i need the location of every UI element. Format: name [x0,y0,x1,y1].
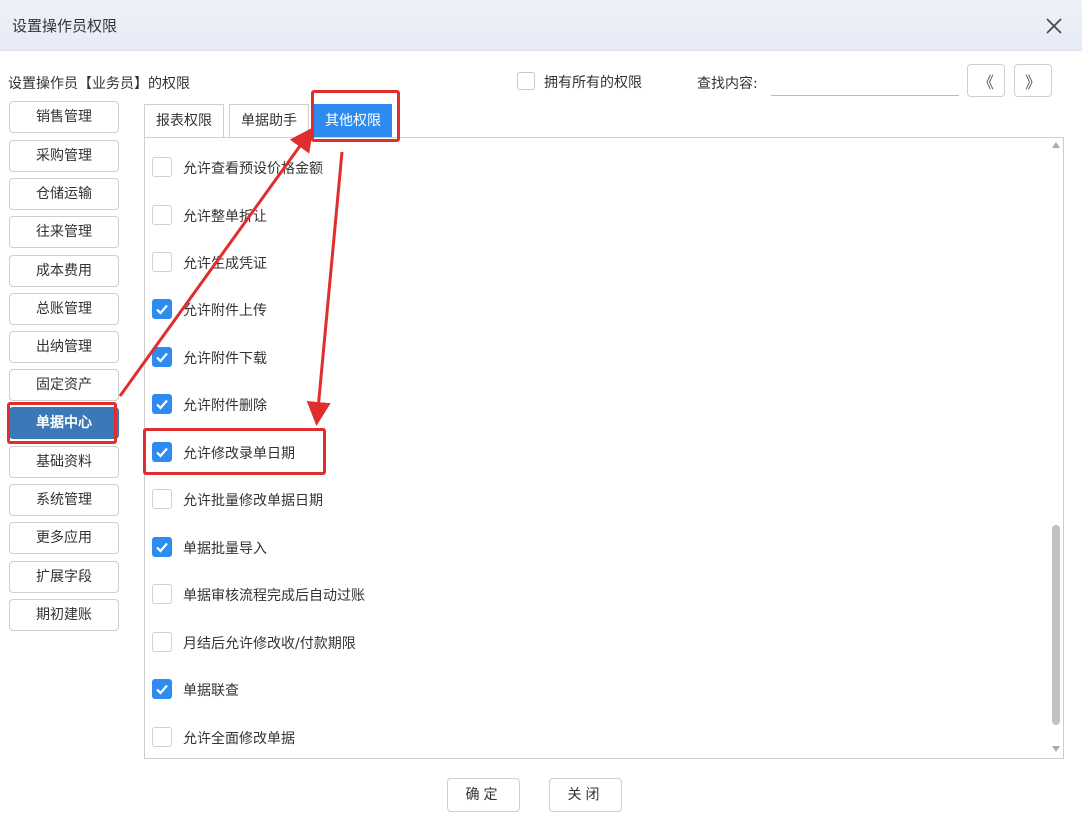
permission-checkbox[interactable] [152,394,172,414]
sidebar-item-system[interactable]: 系统管理 [9,484,119,516]
title-bar: 设置操作员权限 [0,0,1082,51]
permission-label: 月结后允许修改收/付款期限 [183,636,356,652]
scroll-up-icon[interactable] [1052,142,1060,148]
sidebar-item-cashier[interactable]: 出纳管理 [9,331,119,363]
all-permissions-label: 拥有所有的权限 [544,75,642,91]
permission-checkbox[interactable] [152,489,172,509]
scrollbar-thumb[interactable] [1052,525,1060,725]
permission-label: 允许生成凭证 [183,256,267,272]
permission-label: 允许查看预设价格金额 [183,161,323,177]
permission-checkbox[interactable] [152,679,172,699]
sidebar-item-purchase[interactable]: 采购管理 [9,140,119,172]
permission-checkbox[interactable] [152,727,172,747]
permission-checkbox[interactable] [152,632,172,652]
sidebar-item-document-center[interactable]: 单据中心 [9,407,119,439]
close-icon[interactable] [1040,12,1068,40]
permission-label: 允许全面修改单据 [183,731,295,747]
permission-checkbox[interactable] [152,537,172,557]
sidebar-item-basic-data[interactable]: 基础资料 [9,446,119,478]
permission-checkbox[interactable] [152,442,172,462]
all-permissions-checkbox[interactable] [517,72,535,90]
permission-label: 允许附件上传 [183,303,267,319]
permission-checkbox[interactable] [152,299,172,319]
sidebar-item-fixed-assets[interactable]: 固定资产 [9,369,119,401]
scroll-down-icon[interactable] [1052,746,1060,752]
operator-permission-label: 设置操作员【业务员】的权限 [8,76,190,92]
sidebar-item-extended-fields[interactable]: 扩展字段 [9,561,119,593]
permission-checkbox[interactable] [152,584,172,604]
permission-checkbox[interactable] [152,252,172,272]
search-input[interactable] [771,66,959,96]
sidebar-item-cost[interactable]: 成本费用 [9,255,119,287]
permission-checkbox[interactable] [152,157,172,177]
tab-document-assistant[interactable]: 单据助手 [229,104,309,137]
search-next-button[interactable]: 》 [1014,64,1052,97]
permission-label: 允许批量修改单据日期 [183,493,323,509]
sidebar-item-warehouse[interactable]: 仓储运输 [9,178,119,210]
permission-checkbox[interactable] [152,205,172,225]
sidebar-item-accounts[interactable]: 往来管理 [9,216,119,248]
search-prev-button[interactable]: 《 [967,64,1005,97]
close-button[interactable]: 关闭 [549,778,622,812]
sidebar-item-sales[interactable]: 销售管理 [9,101,119,133]
permission-checkbox[interactable] [152,347,172,367]
permission-label: 允许附件删除 [183,398,267,414]
search-label: 查找内容: [697,76,758,92]
scrollbar[interactable] [1050,138,1062,758]
permission-label: 单据审核流程完成后自动过账 [183,588,365,604]
window-title: 设置操作员权限 [12,17,118,35]
confirm-button[interactable]: 确定 [447,778,520,812]
permission-label: 允许修改录单日期 [183,446,295,462]
permission-label: 允许整单折让 [183,209,267,225]
tab-report-permissions[interactable]: 报表权限 [144,104,224,137]
permission-label: 允许附件下载 [183,351,267,367]
permission-label: 单据批量导入 [183,541,267,557]
tab-other-permissions[interactable]: 其他权限 [314,104,392,137]
sidebar-item-more-apps[interactable]: 更多应用 [9,522,119,554]
sidebar-item-ledger[interactable]: 总账管理 [9,293,119,325]
permission-label: 单据联查 [183,683,239,699]
sidebar-item-opening-setup[interactable]: 期初建账 [9,599,119,631]
